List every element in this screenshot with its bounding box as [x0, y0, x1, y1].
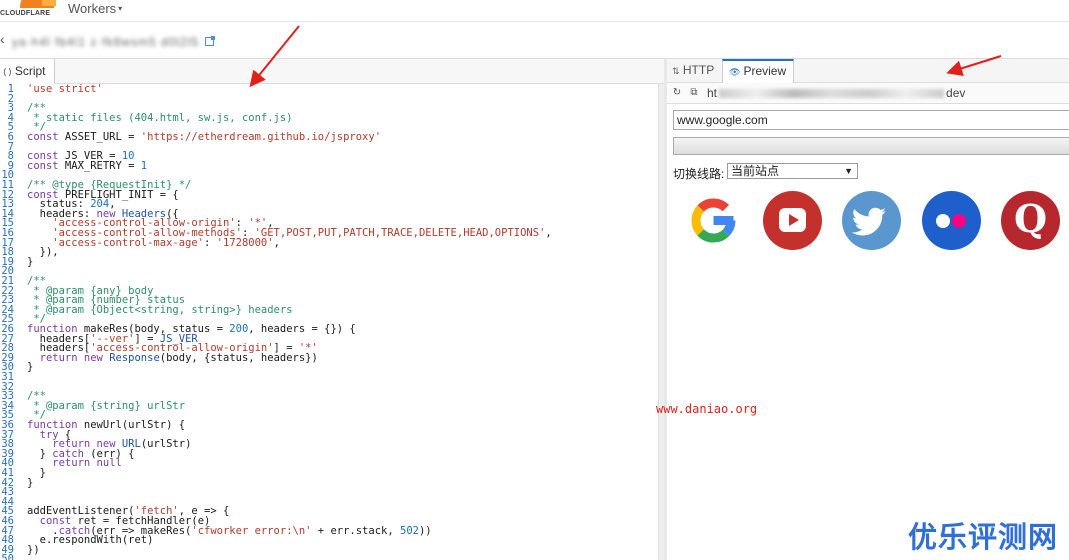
tab-script-label: Script [14, 64, 46, 78]
route-select-value: 当前站点 [731, 164, 780, 178]
code-line: } [27, 361, 34, 374]
code-token: , [545, 227, 552, 239]
top-bar: CLOUDFLARE Workers ▾ [0, 0, 1069, 22]
select-arrow-icon: ▼ [844, 166, 853, 176]
code-token: * static files (404.html, sw.js, conf.js… [27, 111, 293, 124]
cloudflare-logo[interactable]: CLOUDFLARE [0, 0, 56, 20]
preview-url-bar: ↻ ⧉ ht dev [667, 83, 1069, 104]
code-line: } [27, 255, 34, 268]
code-token: MAX_RETRY = [58, 159, 141, 172]
code-token: const [27, 159, 59, 172]
google-g-logo [691, 198, 736, 243]
tab-http[interactable]: ⇅ HTTP [672, 63, 714, 77]
code-token: : [204, 236, 217, 249]
youtube-icon[interactable] [763, 191, 822, 250]
worker-name: ya·h4l fb4l1 z·fk8wsm5 d0l2l5 [12, 35, 200, 49]
twitter-bird-icon [851, 207, 886, 236]
chevron-down-icon: ▾ [118, 4, 123, 13]
code-line: return new Response(body, {status, heade… [27, 351, 318, 364]
code-token: 502 [400, 524, 419, 537]
tab-preview-label: Preview [743, 64, 787, 78]
tab-script[interactable]: ⟨⟩ Script [0, 59, 55, 84]
logo-text: CLOUDFLARE [0, 10, 51, 17]
code-token: '1728000' [216, 236, 274, 249]
preview-url-end: dev [946, 86, 966, 100]
code-token: * @param {string} urlStr [27, 399, 186, 412]
workers-menu[interactable]: Workers ▾ [68, 1, 122, 16]
code-token: 'https://etherdream.github.io/jsproxy' [140, 131, 382, 143]
cloudflare-cloud-icon-accent [42, 0, 56, 6]
route-label: 切换线路: [673, 167, 725, 181]
code-token: (body, {status, headers}) [159, 351, 318, 364]
code-token: } [27, 255, 34, 268]
code-line: const ASSET_URL = 'https://etherdream.gi… [27, 131, 382, 143]
code-token: (urlStr) [140, 438, 192, 451]
quora-letter: Q [1013, 196, 1048, 241]
code-token: } [27, 476, 34, 489]
code-token: 'use strict' [27, 84, 103, 95]
external-link-icon[interactable] [205, 36, 215, 46]
code-token: ASSET_URL = [58, 131, 141, 143]
redacted-url [719, 89, 945, 99]
code-line: e.respondWith(ret) [27, 534, 154, 547]
code-token: 1 [140, 159, 148, 172]
code-line: const MAX_RETRY = 1 [27, 159, 148, 172]
code-token: newUrl(urlStr) { [77, 419, 186, 431]
code-token: * @param {Object<string, string>} header… [27, 303, 293, 316]
code-token: const [27, 131, 59, 143]
code-token: e.respondWith(ret) [27, 534, 154, 547]
code-token: + err.stack, [311, 524, 400, 537]
code-token: new [83, 351, 103, 364]
http-icon: ⇅ [672, 66, 680, 76]
code-token: null [96, 457, 122, 470]
code-token: return [27, 351, 78, 364]
code-token: } [27, 361, 34, 374]
watermark-brand: 优乐评测网 [908, 522, 1059, 554]
code-token: 200 [229, 323, 249, 335]
code-line: * @param {Object<string, string>} header… [27, 303, 293, 316]
code-editor[interactable]: 1 2 3 4 5 6 7 8 9 10 11 12 13 14 15 16 17 18 19 20 21 22 23 24 2… [0, 84, 658, 560]
workers-menu-label: Workers [68, 1, 117, 16]
code-icon: ⟨⟩ [2, 68, 13, 78]
watermark-url: www.daniao.org [656, 402, 758, 416]
code-line: * @param {string} urlStr [27, 399, 186, 412]
worker-name-bar: ‹ ya·h4l fb4l1 z·fk8wsm5 d0l2l5 [0, 23, 1069, 59]
line-number-gutter: 1 2 3 4 5 6 7 8 9 10 11 12 13 14 15 16 17 18 19 20 21 22 23 24 2… [0, 84, 22, 560]
editor-tab-bar: ⟨⟩ Script [0, 59, 664, 84]
code-token: , headers = {}) { [248, 323, 356, 335]
back-icon[interactable]: ‹ [0, 31, 5, 47]
target-url-input[interactable]: www.google.com [673, 110, 1069, 130]
tab-http-label: HTTP [682, 63, 715, 77]
preview-url[interactable]: ht dev [707, 86, 965, 100]
tab-preview[interactable]: 👁 Preview [722, 59, 794, 84]
twitter-icon[interactable] [842, 191, 901, 250]
flickr-icon[interactable] [922, 191, 981, 250]
code-line: 'access-control-max-age': '1728000', [27, 236, 280, 249]
code-line: * static files (404.html, sw.js, conf.js… [27, 111, 293, 124]
preview-frame: www.google.com 切换线路: 当前站点 ▼ Q [667, 104, 1069, 560]
play-icon [779, 208, 806, 232]
google-icon[interactable] [684, 191, 743, 250]
code-line: 'use strict' [27, 84, 103, 95]
go-button[interactable] [673, 137, 1069, 155]
code-line: }) [27, 543, 40, 556]
refresh-icon[interactable]: ↻ [670, 86, 684, 100]
code-token: 'GET,POST,PUT,PATCH,TRACE,DELETE,HEAD,OP… [254, 227, 546, 239]
quora-icon[interactable]: Q [1001, 191, 1060, 250]
flickr-dot-pink [952, 214, 966, 228]
code-token: , [273, 236, 280, 249]
preview-tab-bar: ⇅ HTTP 👁 Preview [667, 59, 1069, 84]
route-select[interactable]: 当前站点 ▼ [727, 163, 858, 179]
code-token: Response [109, 351, 160, 364]
code-line: } [27, 476, 34, 489]
open-in-new-icon[interactable]: ⧉ [687, 86, 701, 100]
flickr-dot-white [936, 214, 950, 228]
preview-url-start: ht [707, 86, 718, 100]
code-token: 'cfworker error:\n' [191, 524, 312, 537]
code-token: )) [418, 524, 432, 537]
eye-icon: 👁 [729, 67, 741, 77]
line-number: 50 [1, 553, 14, 560]
code-token: }) [27, 543, 40, 556]
